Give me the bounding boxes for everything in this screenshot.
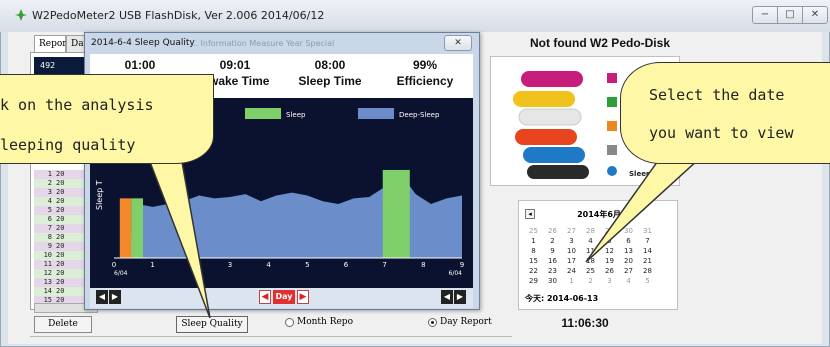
left-callout-pointer: [148, 161, 211, 319]
right-callout-pointer: [585, 157, 702, 263]
callout-pointers: [148, 157, 702, 319]
right-callout-line-2: you want to view: [649, 124, 794, 142]
left-callout-line-2: leeping quality: [0, 136, 136, 154]
left-callout-line-1: k on the analysis: [0, 96, 154, 114]
right-callout-line-1: Select the date: [649, 86, 785, 104]
right-callout-bubble: [620, 62, 830, 164]
